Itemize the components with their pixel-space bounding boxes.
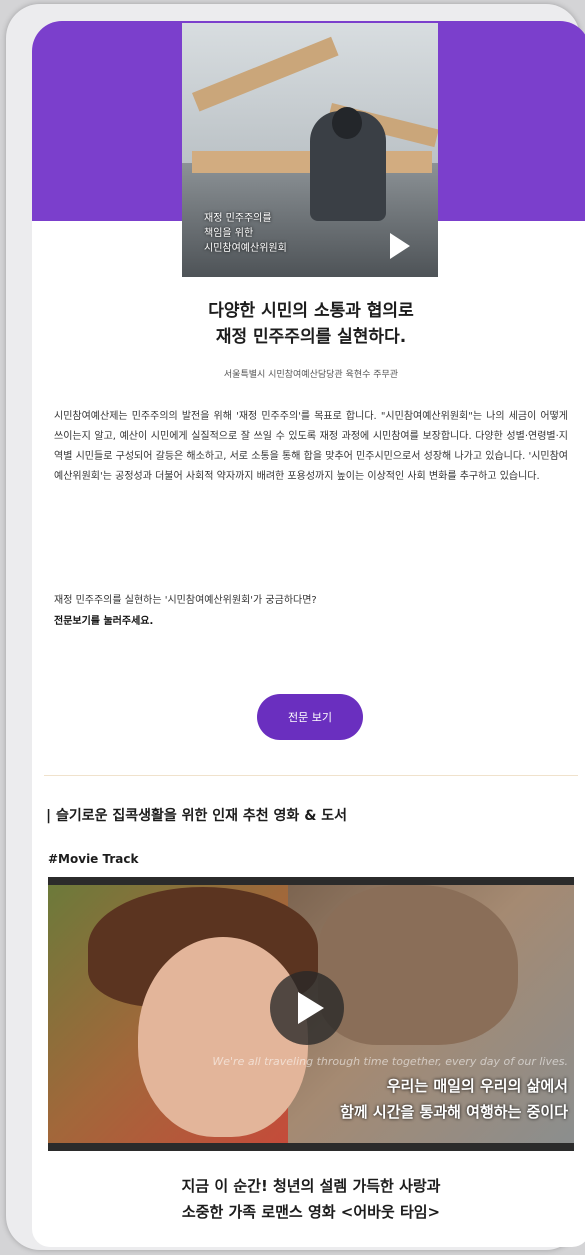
article-headline: 다양한 시민의 소통과 협의로 재정 민주주의를 실현하다. [32, 298, 585, 350]
play-icon[interactable] [390, 233, 410, 259]
recommend-section-title: | 슬기로운 집콕생활을 위한 인재 추천 영화 & 도서 [46, 808, 348, 824]
movie-subtitle-en: We're all traveling through time togethe… [212, 1055, 568, 1068]
phone-frame: 재정 민주주의를 책임을 위한 시민참여예산위원회 다양한 시민의 소통과 협의… [6, 4, 585, 1250]
video-caption-line: 재정 민주주의를 [204, 213, 272, 224]
video-caption: 재정 민주주의를 책임을 위한 시민참여예산위원회 [204, 211, 287, 256]
movie-scene-man [318, 885, 518, 1045]
video-caption-line: 시민참여예산위원회 [204, 243, 287, 254]
video-caption-line: 책임을 위한 [204, 228, 254, 239]
video-scene-person-head [332, 107, 362, 139]
headline-line: 재정 민주주의를 실현하다. [215, 327, 407, 347]
section-divider [44, 775, 578, 776]
movie-subtitle-line: 우리는 매일의 우리의 삶에서 [386, 1077, 568, 1095]
movie-subtitle-ko: 우리는 매일의 우리의 삶에서 함께 시간을 통과해 여행하는 중이다 [228, 1073, 568, 1125]
play-button[interactable] [270, 971, 344, 1045]
movie-title: 지금 이 순간! 청년의 설렘 가득한 사랑과 소중한 가족 로맨스 영화 <어… [32, 1173, 585, 1225]
article-byline: 서울특별시 시민참여예산담당관 육현수 주무관 [223, 370, 399, 380]
movie-subtitle-line: 함께 시간을 통과해 여행하는 중이다 [340, 1103, 568, 1121]
article-question: 재정 민주주의를 실현하는 '시민참여예산위원회'가 궁금하다면? [54, 595, 317, 606]
content-card: 재정 민주주의를 책임을 위한 시민참여예산위원회 다양한 시민의 소통과 협의… [32, 21, 585, 1247]
movie-track-tag: #Movie Track [48, 852, 139, 866]
article-body: 시민참여예산제는 민주주의의 발전을 위해 '재정 민주주의'를 목표로 합니다… [54, 411, 568, 482]
movie-title-line: 지금 이 순간! 청년의 설렘 가득한 사랑과 [181, 1177, 441, 1195]
meeting-video-thumbnail[interactable]: 재정 민주주의를 책임을 위한 시민참여예산위원회 [182, 23, 438, 277]
movie-video-thumbnail[interactable]: We're all traveling through time togethe… [48, 877, 574, 1151]
article-question-bold: 전문보기를 눌러주세요. [54, 616, 154, 627]
view-full-button[interactable]: 전문 보기 [257, 694, 363, 740]
movie-title-line: 소중한 가족 로맨스 영화 <어바웃 타임> [181, 1203, 441, 1221]
headline-line: 다양한 시민의 소통과 협의로 [208, 301, 414, 321]
play-icon [298, 992, 324, 1024]
